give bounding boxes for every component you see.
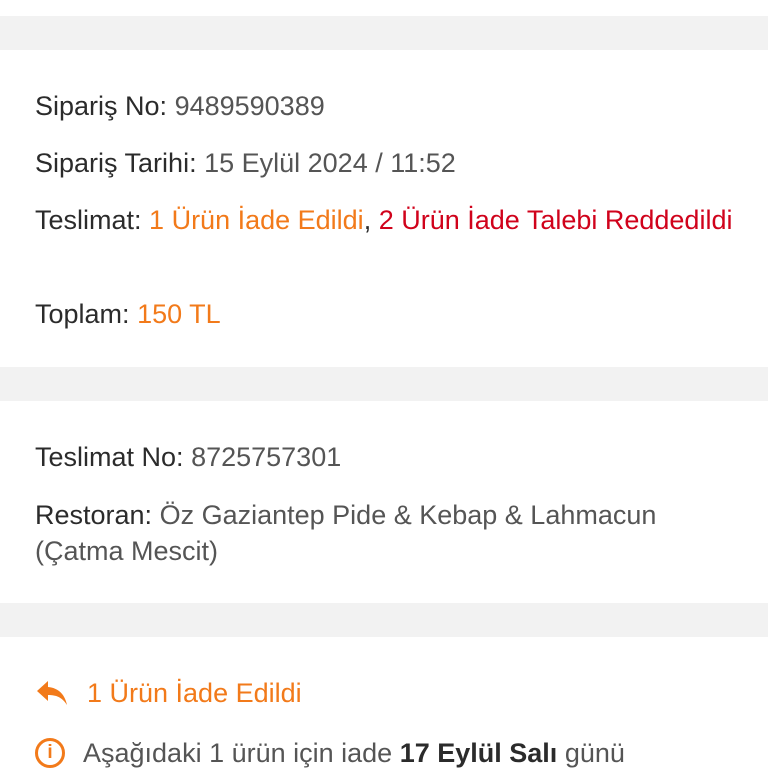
return-status-header: 1 Ürün İade Edildi	[35, 675, 302, 711]
delivery-status-label: Teslimat:	[35, 205, 142, 235]
restaurant-row: Restoran: Öz Gaziantep Pide & Kebap & La…	[35, 497, 735, 569]
return-info-prefix: Aşağıdaki 1 ürün için iade	[83, 738, 393, 768]
order-total-value: 150 TL	[137, 299, 221, 329]
order-date-label: Sipariş Tarihi:	[35, 148, 197, 178]
order-number-label: Sipariş No:	[35, 91, 168, 121]
delivery-info-card: Teslimat No: 8725757301 Restoran: Öz Gaz…	[0, 401, 768, 603]
delivery-number-row: Teslimat No: 8725757301	[35, 439, 735, 475]
order-number-row: Sipariş No: 9489590389	[35, 88, 735, 124]
reply-arrow-icon	[37, 681, 67, 705]
section-divider	[0, 16, 768, 50]
delivery-status-separator: ,	[363, 205, 372, 235]
order-date-value: 15 Eylül 2024 / 11:52	[204, 148, 456, 178]
order-date-row: Sipariş Tarihi: 15 Eylül 2024 / 11:52	[35, 145, 735, 181]
section-divider	[0, 367, 768, 401]
return-info-row: i Aşağıdaki 1 ürün için iade 17 Eylül Sa…	[35, 735, 625, 768]
return-status-card: 1 Ürün İade Edildi i Aşağıdaki 1 ürün iç…	[0, 637, 768, 768]
section-divider	[0, 603, 768, 637]
delivery-rejected-status: 2 Ürün İade Talebi Reddedildi	[378, 205, 733, 235]
return-status-title: 1 Ürün İade Edildi	[87, 678, 302, 708]
return-info-date: 17 Eylül Salı	[399, 738, 558, 768]
delivery-number-value: 8725757301	[191, 442, 342, 472]
order-number-value: 9489590389	[174, 91, 325, 121]
info-icon: i	[35, 738, 65, 768]
order-total-row: Toplam: 150 TL	[35, 296, 735, 332]
order-total-label: Toplam:	[35, 299, 130, 329]
delivery-status-row: Teslimat: 1 Ürün İade Edildi, 2 Ürün İad…	[35, 202, 735, 238]
return-info-suffix: günü	[564, 738, 625, 768]
delivery-number-label: Teslimat No:	[35, 442, 184, 472]
order-summary-card: Sipariş No: 9489590389 Sipariş Tarihi: 1…	[0, 50, 768, 367]
restaurant-label: Restoran:	[35, 500, 153, 530]
delivery-returned-status: 1 Ürün İade Edildi	[149, 205, 364, 235]
